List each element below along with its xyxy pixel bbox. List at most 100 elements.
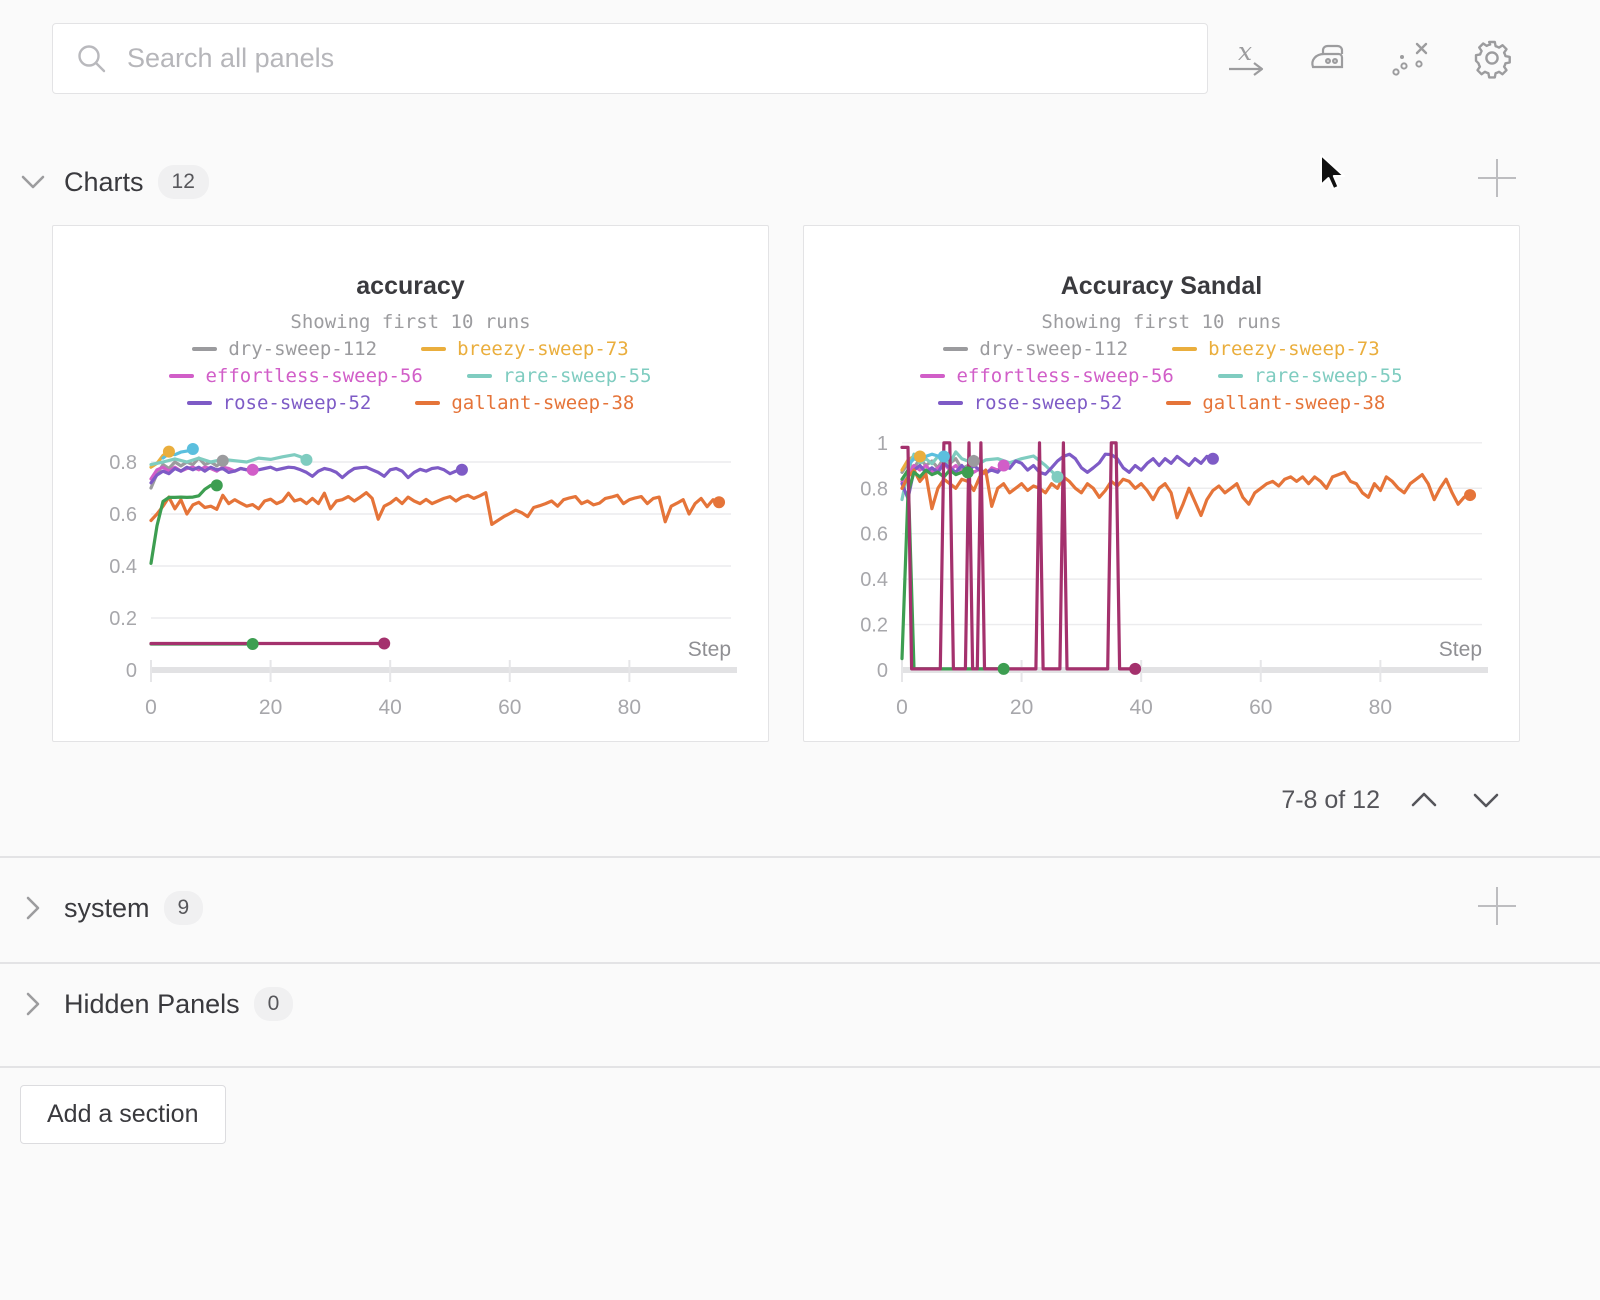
svg-text:0: 0 [145, 696, 157, 719]
legend-run-name: effortless-sweep-56 [205, 365, 422, 387]
legend-swatch [1218, 374, 1243, 378]
legend-entry[interactable]: gallant-sweep-38 [1166, 392, 1385, 414]
chart-subtitle: Showing first 10 runs [804, 311, 1519, 333]
legend-row: rose-sweep-52 gallant-sweep-38 [804, 392, 1519, 414]
chevron-right-icon[interactable] [16, 989, 50, 1019]
legend-swatch [421, 347, 446, 351]
legend-entry[interactable]: effortless-sweep-56 [920, 365, 1173, 387]
legend-row: dry-sweep-112 breezy-sweep-73 [804, 338, 1519, 360]
chart-panel-accuracy-sandal[interactable]: Accuracy Sandal Showing first 10 runs dry-… [803, 225, 1520, 742]
legend-swatch [1172, 347, 1197, 351]
svg-text:40: 40 [1129, 696, 1152, 719]
svg-text:0.4: 0.4 [860, 569, 888, 591]
chevron-down-icon[interactable] [16, 167, 50, 197]
svg-text:x: x [1238, 37, 1252, 66]
charts-section-label[interactable]: Charts [64, 167, 144, 198]
chart-subtitle: Showing first 10 runs [53, 311, 768, 333]
legend-entry[interactable]: rare-sweep-55 [1218, 365, 1403, 387]
svg-text:0.8: 0.8 [860, 478, 888, 500]
legend-run-name: gallant-sweep-38 [1202, 392, 1385, 414]
legend-run-name: rare-sweep-55 [1254, 365, 1403, 387]
legend-entry[interactable]: gallant-sweep-38 [415, 392, 634, 414]
chart-plot[interactable]: 00.20.40.60.8020406080Step [75, 418, 747, 736]
add-panel-button[interactable] [1475, 156, 1519, 200]
pagination-label: 7-8 of 12 [1281, 786, 1380, 815]
system-section-label[interactable]: system [64, 893, 150, 924]
legend-run-name: effortless-sweep-56 [956, 365, 1173, 387]
svg-text:0: 0 [125, 660, 136, 682]
add-panel-system-button[interactable] [1475, 884, 1519, 928]
legend-entry[interactable]: rare-sweep-55 [467, 365, 652, 387]
legend-swatch [467, 374, 492, 378]
legend-run-name: rose-sweep-52 [223, 392, 372, 414]
search-bar[interactable] [52, 23, 1208, 94]
legend-entry[interactable]: effortless-sweep-56 [169, 365, 422, 387]
svg-text:0.6: 0.6 [109, 504, 137, 526]
chart-panel-accuracy[interactable]: accuracy Showing first 10 runs dry-sweep-1… [52, 225, 769, 742]
legend-run-name: dry-sweep-112 [979, 338, 1128, 360]
svg-text:0: 0 [876, 660, 887, 682]
chart-title: accuracy [53, 272, 768, 301]
legend-swatch [943, 347, 968, 351]
legend-row: effortless-sweep-56 rare-sweep-55 [53, 365, 768, 387]
chart-plot[interactable]: 0 0.2 0.4 0.6 0.8 1 0 20 40 60 80 Step [826, 418, 1498, 736]
legend-run-name: gallant-sweep-38 [451, 392, 634, 414]
legend-swatch [187, 401, 212, 405]
svg-text:0.4: 0.4 [109, 556, 137, 578]
legend-run-name: rare-sweep-55 [503, 365, 652, 387]
charts-count-badge: 12 [158, 165, 209, 198]
svg-text:20: 20 [258, 696, 281, 719]
hidden-panels-count-badge: 0 [254, 987, 294, 1020]
add-section-button[interactable]: Add a section [20, 1085, 226, 1144]
legend-swatch [192, 347, 217, 351]
svg-text:0: 0 [896, 696, 908, 719]
divider [0, 1066, 1600, 1068]
page-up-icon[interactable] [1406, 782, 1442, 818]
legend-row: effortless-sweep-56 rare-sweep-55 [804, 365, 1519, 387]
legend-entry[interactable]: dry-sweep-112 [943, 338, 1128, 360]
panel-toolbar: x [1224, 36, 1514, 80]
legend-swatch [1166, 401, 1191, 405]
legend-entry[interactable]: breezy-sweep-73 [421, 338, 629, 360]
chart-title: Accuracy Sandal [804, 272, 1519, 301]
svg-text:40: 40 [378, 696, 401, 719]
svg-text:0.2: 0.2 [860, 615, 888, 637]
search-input[interactable] [127, 43, 1185, 74]
hidden-panels-section-label[interactable]: Hidden Panels [64, 989, 240, 1020]
svg-text:0.8: 0.8 [109, 452, 137, 474]
x-axis-icon[interactable]: x [1224, 36, 1268, 80]
legend-entry[interactable]: dry-sweep-112 [192, 338, 377, 360]
remove-outliers-icon[interactable] [1388, 36, 1432, 80]
legend-run-name: dry-sweep-112 [228, 338, 377, 360]
svg-text:Step: Step [1438, 638, 1481, 661]
legend-swatch [169, 374, 194, 378]
legend-entry[interactable]: rose-sweep-52 [938, 392, 1123, 414]
svg-text:80: 80 [617, 696, 640, 719]
legend-row: dry-sweep-112 breezy-sweep-73 [53, 338, 768, 360]
legend-entry[interactable]: breezy-sweep-73 [1172, 338, 1380, 360]
smoothing-iron-icon[interactable] [1306, 36, 1350, 80]
legend-swatch [920, 374, 945, 378]
charts-section-header: Charts 12 [16, 150, 1584, 214]
settings-gear-icon[interactable] [1470, 36, 1514, 80]
divider [0, 856, 1600, 858]
page-down-icon[interactable] [1468, 782, 1504, 818]
legend-run-name: breezy-sweep-73 [1208, 338, 1380, 360]
svg-text:0.6: 0.6 [860, 524, 888, 546]
svg-text:80: 80 [1368, 696, 1391, 719]
divider [0, 962, 1600, 964]
svg-text:1: 1 [876, 433, 887, 455]
legend-run-name: breezy-sweep-73 [457, 338, 629, 360]
chevron-right-icon[interactable] [16, 893, 50, 923]
svg-text:20: 20 [1009, 696, 1032, 719]
hidden-panels-section-header: Hidden Panels 0 [16, 972, 1584, 1036]
legend-row: rose-sweep-52 gallant-sweep-38 [53, 392, 768, 414]
legend-entry[interactable]: rose-sweep-52 [187, 392, 372, 414]
panel-pagination: 7-8 of 12 [1281, 782, 1504, 818]
svg-text:60: 60 [1249, 696, 1272, 719]
legend-swatch [938, 401, 963, 405]
svg-text:Step: Step [687, 638, 730, 661]
search-icon [75, 42, 109, 76]
svg-text:0.2: 0.2 [109, 608, 137, 630]
legend-swatch [415, 401, 440, 405]
